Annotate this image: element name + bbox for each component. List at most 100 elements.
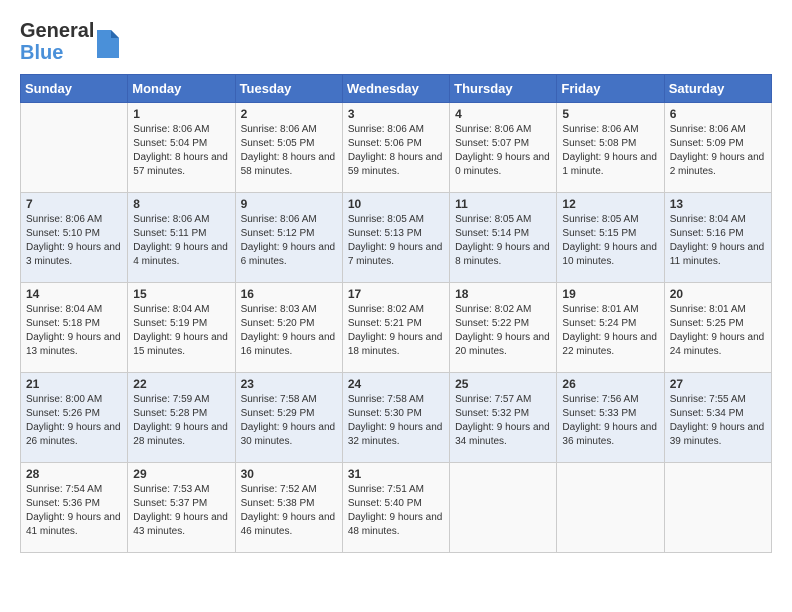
day-number: 15 bbox=[133, 287, 229, 301]
calendar-cell: 25 Sunrise: 7:57 AMSunset: 5:32 PMDayligh… bbox=[450, 373, 557, 463]
calendar-cell: 4 Sunrise: 8:06 AMSunset: 5:07 PMDaylight… bbox=[450, 103, 557, 193]
calendar-cell: 31 Sunrise: 7:51 AMSunset: 5:40 PMDayligh… bbox=[342, 463, 449, 553]
weekday-header-wednesday: Wednesday bbox=[342, 75, 449, 103]
day-info: Sunrise: 8:01 AMSunset: 5:24 PMDaylight:… bbox=[562, 303, 658, 359]
calendar-cell: 27 Sunrise: 7:55 AMSunset: 5:34 PMDayligh… bbox=[664, 373, 771, 463]
week-row-5: 28Sunrise: 7:54 AMSunset: 5:36 PMDayligh… bbox=[21, 463, 772, 553]
calendar-cell: 12 Sunrise: 8:05 AMSunset: 5:15 PMDayligh… bbox=[557, 193, 664, 283]
day-number: 22 bbox=[133, 377, 229, 391]
day-number: 11 bbox=[455, 197, 551, 211]
day-number: 6 bbox=[670, 107, 766, 121]
day-number: 7 bbox=[26, 197, 122, 211]
calendar-cell: 22 Sunrise: 7:59 AMSunset: 5:28 PMDayligh… bbox=[128, 373, 235, 463]
day-number: 4 bbox=[455, 107, 551, 121]
weekday-header-thursday: Thursday bbox=[450, 75, 557, 103]
week-row-2: 7Sunrise: 8:06 AMSunset: 5:10 PMDaylight… bbox=[21, 193, 772, 283]
calendar-cell: 13 Sunrise: 8:04 AMSunset: 5:16 PMDayligh… bbox=[664, 193, 771, 283]
weekday-header-friday: Friday bbox=[557, 75, 664, 103]
day-number: 3 bbox=[348, 107, 444, 121]
day-info: Sunrise: 7:53 AMSunset: 5:37 PMDaylight:… bbox=[133, 483, 229, 539]
day-number: 21 bbox=[26, 377, 122, 391]
logo-general: General bbox=[20, 20, 94, 42]
calendar-cell: 24 Sunrise: 7:58 AMSunset: 5:30 PMDayligh… bbox=[342, 373, 449, 463]
calendar-cell: 29Sunrise: 7:53 AMSunset: 5:37 PMDayligh… bbox=[128, 463, 235, 553]
day-number: 18 bbox=[455, 287, 551, 301]
calendar-cell: 6Sunrise: 8:06 AMSunset: 5:09 PMDaylight… bbox=[664, 103, 771, 193]
calendar-cell: 2Sunrise: 8:06 AMSunset: 5:05 PMDaylight… bbox=[235, 103, 342, 193]
day-number: 12 bbox=[562, 197, 658, 211]
day-info: Sunrise: 7:55 AMSunset: 5:34 PMDaylight:… bbox=[670, 393, 766, 449]
day-number: 1 bbox=[133, 107, 229, 121]
day-info: Sunrise: 8:06 AMSunset: 5:07 PMDaylight:… bbox=[455, 123, 551, 179]
calendar-cell bbox=[21, 103, 128, 193]
calendar-cell: 28Sunrise: 7:54 AMSunset: 5:36 PMDayligh… bbox=[21, 463, 128, 553]
day-number: 26 bbox=[562, 377, 658, 391]
calendar-cell: 19 Sunrise: 8:01 AMSunset: 5:24 PMDayligh… bbox=[557, 283, 664, 373]
calendar-cell: 11 Sunrise: 8:05 AMSunset: 5:14 PMDayligh… bbox=[450, 193, 557, 283]
calendar-cell: 17 Sunrise: 8:02 AMSunset: 5:21 PMDayligh… bbox=[342, 283, 449, 373]
calendar-cell: 10 Sunrise: 8:05 AMSunset: 5:13 PMDayligh… bbox=[342, 193, 449, 283]
day-info: Sunrise: 8:06 AMSunset: 5:12 PMDaylight:… bbox=[241, 213, 337, 269]
day-info: Sunrise: 7:57 AMSunset: 5:32 PMDaylight:… bbox=[455, 393, 551, 449]
calendar-cell: 9 Sunrise: 8:06 AMSunset: 5:12 PMDaylight… bbox=[235, 193, 342, 283]
day-info: Sunrise: 8:02 AMSunset: 5:21 PMDaylight:… bbox=[348, 303, 444, 359]
calendar-cell: 7Sunrise: 8:06 AMSunset: 5:10 PMDaylight… bbox=[21, 193, 128, 283]
logo-blue: Blue bbox=[20, 42, 94, 64]
day-number: 24 bbox=[348, 377, 444, 391]
weekday-header-monday: Monday bbox=[128, 75, 235, 103]
calendar-cell bbox=[450, 463, 557, 553]
day-info: Sunrise: 7:54 AMSunset: 5:36 PMDaylight:… bbox=[26, 483, 122, 539]
day-info: Sunrise: 8:04 AMSunset: 5:18 PMDaylight:… bbox=[26, 303, 122, 359]
day-info: Sunrise: 8:04 AMSunset: 5:19 PMDaylight:… bbox=[133, 303, 229, 359]
calendar-cell: 16 Sunrise: 8:03 AMSunset: 5:20 PMDayligh… bbox=[235, 283, 342, 373]
day-info: Sunrise: 8:03 AMSunset: 5:20 PMDaylight:… bbox=[241, 303, 337, 359]
header: General Blue bbox=[20, 20, 772, 64]
day-info: Sunrise: 7:59 AMSunset: 5:28 PMDaylight:… bbox=[133, 393, 229, 449]
calendar-cell: 18 Sunrise: 8:02 AMSunset: 5:22 PMDayligh… bbox=[450, 283, 557, 373]
day-info: Sunrise: 8:02 AMSunset: 5:22 PMDaylight:… bbox=[455, 303, 551, 359]
day-number: 23 bbox=[241, 377, 337, 391]
day-number: 31 bbox=[348, 467, 444, 481]
logo-icon bbox=[97, 30, 119, 58]
weekday-header-sunday: Sunday bbox=[21, 75, 128, 103]
day-number: 14 bbox=[26, 287, 122, 301]
calendar-cell: 21 Sunrise: 8:00 AMSunset: 5:26 PMDayligh… bbox=[21, 373, 128, 463]
calendar-cell: 14 Sunrise: 8:04 AMSunset: 5:18 PMDayligh… bbox=[21, 283, 128, 373]
day-info: Sunrise: 8:05 AMSunset: 5:13 PMDaylight:… bbox=[348, 213, 444, 269]
day-info: Sunrise: 7:51 AMSunset: 5:40 PMDaylight:… bbox=[348, 483, 444, 539]
day-info: Sunrise: 8:04 AMSunset: 5:16 PMDaylight:… bbox=[670, 213, 766, 269]
day-info: Sunrise: 7:58 AMSunset: 5:30 PMDaylight:… bbox=[348, 393, 444, 449]
weekday-header-tuesday: Tuesday bbox=[235, 75, 342, 103]
day-info: Sunrise: 8:05 AMSunset: 5:14 PMDaylight:… bbox=[455, 213, 551, 269]
day-number: 16 bbox=[241, 287, 337, 301]
calendar-cell: 26 Sunrise: 7:56 AMSunset: 5:33 PMDayligh… bbox=[557, 373, 664, 463]
calendar-cell bbox=[664, 463, 771, 553]
day-number: 5 bbox=[562, 107, 658, 121]
day-number: 10 bbox=[348, 197, 444, 211]
day-number: 25 bbox=[455, 377, 551, 391]
day-number: 27 bbox=[670, 377, 766, 391]
week-row-4: 21 Sunrise: 8:00 AMSunset: 5:26 PMDayligh… bbox=[21, 373, 772, 463]
calendar-cell: 3 Sunrise: 8:06 AMSunset: 5:06 PMDaylight… bbox=[342, 103, 449, 193]
day-info: Sunrise: 8:06 AMSunset: 5:08 PMDaylight:… bbox=[562, 123, 658, 179]
day-info: Sunrise: 8:05 AMSunset: 5:15 PMDaylight:… bbox=[562, 213, 658, 269]
day-info: Sunrise: 7:58 AMSunset: 5:29 PMDaylight:… bbox=[241, 393, 337, 449]
day-info: Sunrise: 8:06 AMSunset: 5:06 PMDaylight:… bbox=[348, 123, 444, 179]
day-info: Sunrise: 8:00 AMSunset: 5:26 PMDaylight:… bbox=[26, 393, 122, 449]
day-number: 19 bbox=[562, 287, 658, 301]
weekday-header-saturday: Saturday bbox=[664, 75, 771, 103]
calendar-cell: 30Sunrise: 7:52 AMSunset: 5:38 PMDayligh… bbox=[235, 463, 342, 553]
calendar-table: SundayMondayTuesdayWednesdayThursdayFrid… bbox=[20, 74, 772, 553]
calendar-cell: 20Sunrise: 8:01 AMSunset: 5:25 PMDayligh… bbox=[664, 283, 771, 373]
day-number: 2 bbox=[241, 107, 337, 121]
day-number: 13 bbox=[670, 197, 766, 211]
day-number: 9 bbox=[241, 197, 337, 211]
week-row-1: 1Sunrise: 8:06 AMSunset: 5:04 PMDaylight… bbox=[21, 103, 772, 193]
week-row-3: 14 Sunrise: 8:04 AMSunset: 5:18 PMDayligh… bbox=[21, 283, 772, 373]
day-number: 20 bbox=[670, 287, 766, 301]
weekday-header-row: SundayMondayTuesdayWednesdayThursdayFrid… bbox=[21, 75, 772, 103]
calendar-cell: 5 Sunrise: 8:06 AMSunset: 5:08 PMDaylight… bbox=[557, 103, 664, 193]
calendar-cell: 23 Sunrise: 7:58 AMSunset: 5:29 PMDayligh… bbox=[235, 373, 342, 463]
day-number: 17 bbox=[348, 287, 444, 301]
day-info: Sunrise: 7:56 AMSunset: 5:33 PMDaylight:… bbox=[562, 393, 658, 449]
